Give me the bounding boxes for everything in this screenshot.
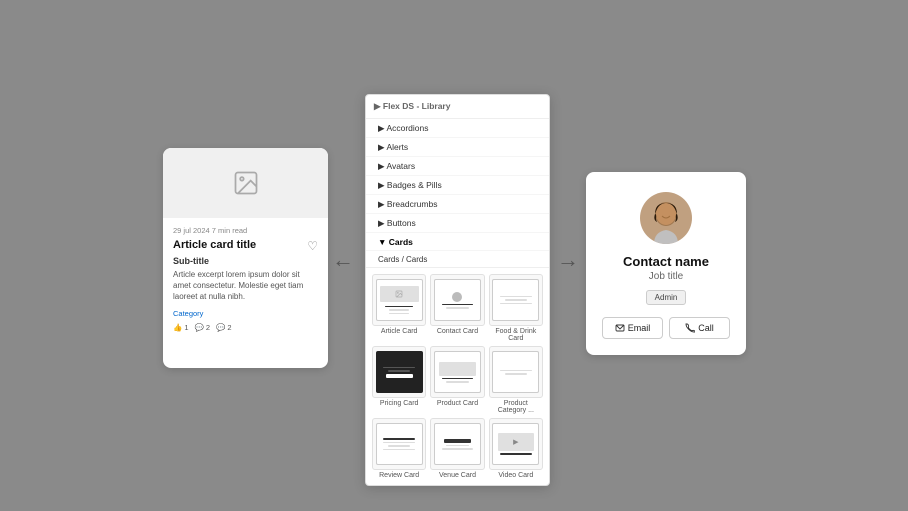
contact-job-title: Job title (649, 271, 683, 282)
library-breadcrumb: Cards / Cards (366, 251, 549, 268)
contact-badge: Admin (646, 290, 687, 305)
contact-avatar (640, 192, 692, 244)
phone-icon (685, 323, 695, 333)
article-card: 29 jul 2024 7 min read Article card titl… (163, 148, 328, 368)
share-icon: 💬 (216, 323, 225, 332)
card-item-video[interactable]: ▶ Video Card (489, 418, 543, 479)
cards-grid: Article Card Contact Card Fo (366, 268, 549, 485)
thumbs-up-icon: 👍 (173, 323, 182, 332)
likes-action: 👍 1 (173, 323, 189, 332)
article-card-image (163, 148, 328, 218)
card-item-food[interactable]: Food & Drink Card (489, 274, 543, 342)
likes-count: 1 (184, 323, 188, 332)
card-item-product[interactable]: Product Card (430, 346, 484, 414)
nav-breadcrumbs[interactable]: ▶ Breadcrumbs (366, 195, 549, 214)
nav-expand-icon: ▶ (378, 199, 387, 209)
library-panel: ▶ Flex DS - Library ▶ Accordions ▶ Alert… (365, 94, 550, 486)
heart-icon[interactable]: ♡ (307, 239, 318, 253)
article-meta: 29 jul 2024 7 min read (173, 226, 318, 235)
comment1-action: 💬 2 (195, 323, 211, 332)
comment1-count: 2 (206, 323, 210, 332)
card-item-pricing[interactable]: Pricing Card (372, 346, 426, 414)
email-icon (615, 323, 625, 333)
nav-badges[interactable]: ▶ Badges & Pills (366, 176, 549, 195)
contact-name: Contact name (623, 254, 709, 269)
comment-icon: 💬 (195, 323, 204, 332)
card-item-article[interactable]: Article Card (372, 274, 426, 342)
article-category: Category (173, 309, 318, 318)
nav-expand-icon: ▼ (378, 237, 389, 247)
article-excerpt: Article excerpt lorem ipsum dolor sit am… (173, 269, 318, 303)
avatar-image (647, 200, 685, 244)
article-card-body: 29 jul 2024 7 min read Article card titl… (163, 218, 328, 340)
nav-avatars[interactable]: ▶ Avatars (366, 157, 549, 176)
breadcrumb-child: Cards (406, 255, 427, 264)
contact-actions: Email Call (602, 317, 730, 339)
card-item-contact[interactable]: Contact Card (430, 274, 484, 342)
nav-expand-icon: ▶ (378, 218, 387, 228)
comment2-action: 💬 2 (216, 323, 232, 332)
prev-arrow[interactable]: ← (332, 247, 354, 273)
breadcrumb-parent: Cards (378, 255, 399, 264)
article-subtitle: Sub-title (173, 256, 318, 266)
comment2-count: 2 (227, 323, 231, 332)
article-title: Article card title (173, 239, 303, 251)
library-expand-icon[interactable]: ▶ (374, 101, 383, 111)
card-item-venue[interactable]: Venue Card (430, 418, 484, 479)
nav-cards[interactable]: ▼ Cards (366, 233, 549, 251)
library-title: Flex DS - Library (383, 101, 451, 111)
nav-accordions[interactable]: ▶ Accordions (366, 119, 549, 138)
image-placeholder-icon (232, 169, 260, 197)
email-button[interactable]: Email (602, 317, 663, 339)
nav-buttons[interactable]: ▶ Buttons (366, 214, 549, 233)
card-item-product-category[interactable]: Product Category ... (489, 346, 543, 414)
library-header: ▶ Flex DS - Library (366, 95, 549, 119)
nav-expand-icon: ▶ (378, 180, 387, 190)
next-arrow[interactable]: → (557, 247, 579, 273)
article-title-row: Article card title ♡ (173, 239, 318, 253)
card-item-review[interactable]: Review Card (372, 418, 426, 479)
contact-card: Contact name Job title Admin Email Call (586, 172, 746, 355)
nav-alerts[interactable]: ▶ Alerts (366, 138, 549, 157)
article-actions: 👍 1 💬 2 💬 2 (173, 323, 318, 332)
call-button[interactable]: Call (669, 317, 730, 339)
